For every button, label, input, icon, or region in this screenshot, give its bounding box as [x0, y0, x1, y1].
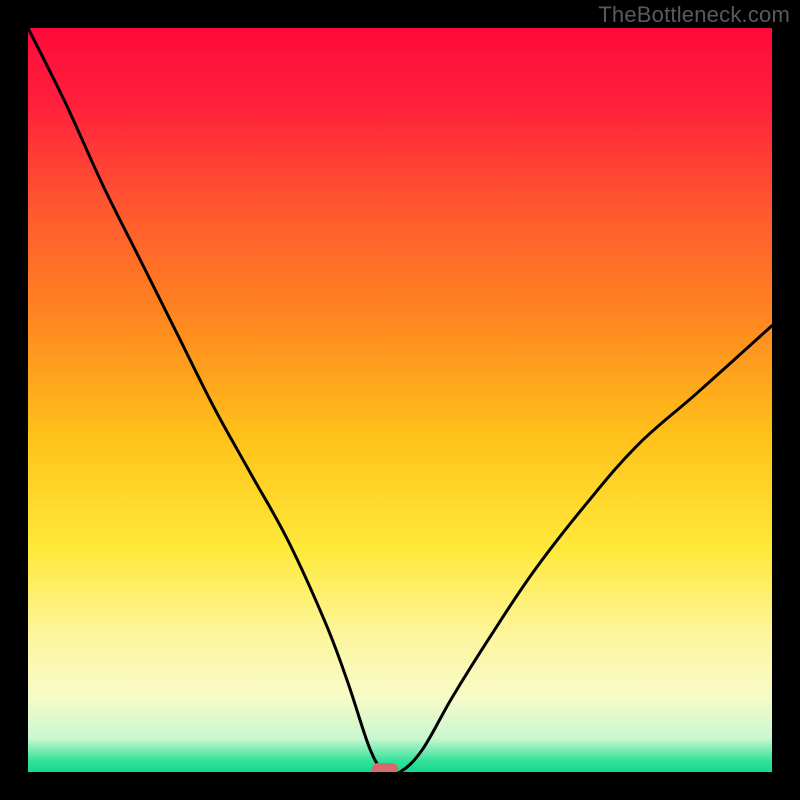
optimal-marker [372, 763, 398, 772]
chart-svg [28, 28, 772, 772]
gradient-background [28, 28, 772, 772]
chart-frame: TheBottleneck.com [0, 0, 800, 800]
watermark-text: TheBottleneck.com [598, 2, 790, 28]
plot-area [28, 28, 772, 772]
